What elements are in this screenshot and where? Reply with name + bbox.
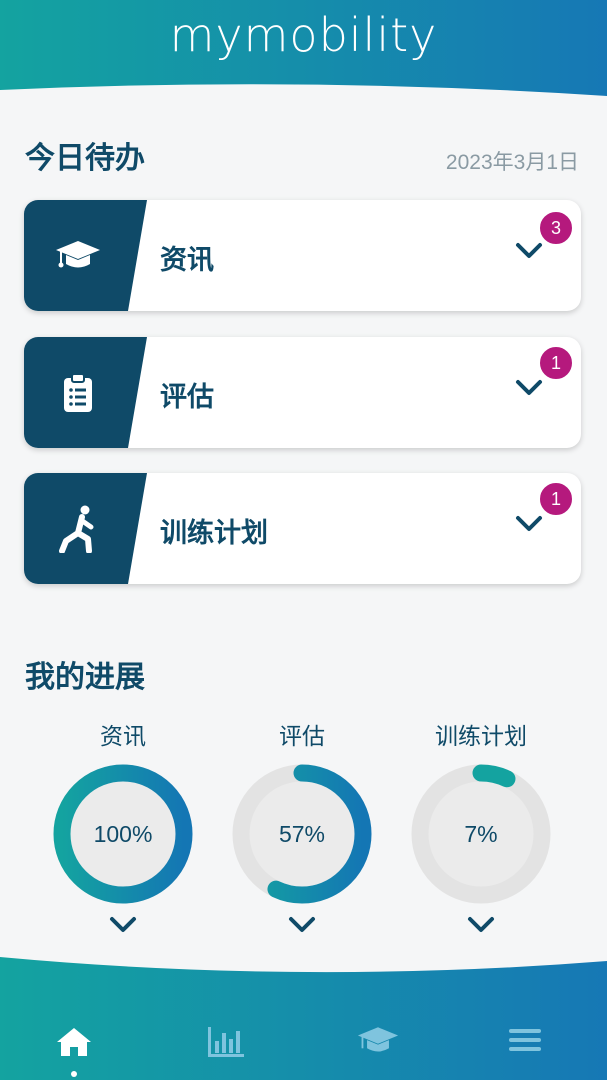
- task-badge-assessment: 1: [538, 345, 574, 381]
- progress-item-info[interactable]: 资讯 100%: [48, 720, 198, 938]
- task-card-info[interactable]: 资讯: [24, 200, 581, 311]
- progress-item-training-plan[interactable]: 训练计划 7%: [406, 720, 556, 938]
- stretching-person-icon: [54, 505, 102, 553]
- chevron-down-icon[interactable]: [515, 242, 543, 264]
- today-date: 2023年3月1日: [445, 151, 579, 174]
- task-label: 资讯: [160, 245, 214, 276]
- progress-title: 我的进展: [25, 660, 145, 695]
- app-header: mymobility: [0, 0, 607, 100]
- nav-learning[interactable]: [353, 1025, 403, 1065]
- task-badge-training-plan: 1: [538, 481, 574, 517]
- graduation-cap-icon: [357, 1025, 399, 1065]
- nav-menu[interactable]: [500, 1025, 550, 1065]
- task-label: 训练计划: [160, 518, 268, 549]
- bar-chart-icon: [206, 1025, 246, 1065]
- nav-active-indicator: [71, 1071, 77, 1077]
- today-title: 今日待办: [25, 141, 145, 176]
- chevron-down-icon[interactable]: [515, 515, 543, 537]
- chevron-down-icon[interactable]: [515, 379, 543, 401]
- progress-value: 57%: [278, 821, 326, 847]
- progress-value: 100%: [93, 821, 153, 847]
- progress-label: 评估: [279, 724, 325, 750]
- task-label: 评估: [160, 382, 214, 413]
- chevron-down-icon[interactable]: [48, 916, 198, 938]
- progress-item-assessment[interactable]: 评估 57%: [227, 720, 377, 938]
- nav-home[interactable]: [49, 1025, 99, 1065]
- chevron-down-icon[interactable]: [406, 916, 556, 938]
- chevron-down-icon[interactable]: [227, 916, 377, 938]
- task-badge-info: 3: [538, 210, 574, 246]
- clipboard-list-icon: [54, 373, 102, 413]
- progress-label: 训练计划: [435, 724, 527, 750]
- progress-ring: 7%: [411, 764, 551, 904]
- app-title: mymobility: [169, 8, 438, 62]
- task-card-assessment[interactable]: 评估: [24, 337, 581, 448]
- bottom-nav: [0, 955, 607, 1080]
- graduation-cap-icon: [54, 236, 102, 276]
- task-card-training-plan[interactable]: 训练计划: [24, 473, 581, 584]
- progress-label: 资讯: [100, 724, 146, 750]
- progress-ring: 57%: [232, 764, 372, 904]
- nav-progress[interactable]: [201, 1025, 251, 1065]
- home-icon: [54, 1025, 94, 1065]
- menu-icon: [507, 1025, 543, 1065]
- progress-value: 7%: [464, 821, 498, 847]
- progress-ring: 100%: [53, 764, 193, 904]
